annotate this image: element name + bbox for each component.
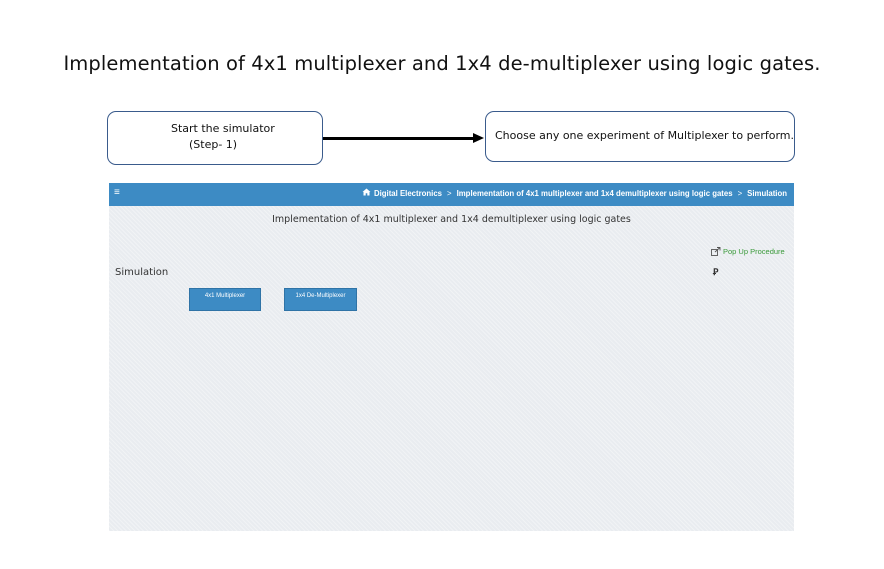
breadcrumb-item-digital-electronics[interactable]: Digital Electronics [374, 189, 442, 198]
simulation-section-label: Simulation [115, 267, 169, 278]
step1-callout: Start the simulator (Step- 1) [107, 111, 323, 165]
step1-callout-text: Start the simulator [171, 122, 275, 135]
callout-arrow-head-icon [473, 133, 484, 143]
simulator-frame: ≡ Digital Electronics > Implementation o… [109, 183, 794, 531]
breadcrumb-item-simulation[interactable]: Simulation [747, 189, 787, 198]
external-link-icon [711, 247, 721, 256]
breadcrumb-separator: > [447, 188, 452, 198]
home-icon [362, 188, 371, 198]
simulator-navbar: ≡ Digital Electronics > Implementation o… [109, 183, 794, 206]
step1-callout-step: (Step- 1) [189, 138, 238, 151]
breadcrumb-item-experiment[interactable]: Implementation of 4x1 multiplexer and 1x… [457, 189, 733, 198]
popup-procedure-label: Pop Up Procedure [723, 247, 785, 256]
step2-callout-text: Choose any one experiment of Multiplexer… [495, 129, 794, 142]
demux-1x4-button[interactable]: 1x4 De-Multiplexer [284, 288, 357, 311]
popup-procedure-link[interactable]: Pop Up Procedure [711, 247, 785, 256]
pin-icon[interactable]: Ꝑ [713, 267, 718, 278]
hamburger-icon[interactable]: ≡ [114, 187, 120, 198]
page-title: Implementation of 4x1 multiplexer and 1x… [63, 52, 821, 75]
breadcrumb: Digital Electronics > Implementation of … [362, 188, 787, 198]
step2-callout: Choose any one experiment of Multiplexer… [485, 111, 795, 162]
callout-arrow-line [323, 137, 474, 140]
breadcrumb-separator: > [737, 188, 743, 198]
mux-4x1-button[interactable]: 4x1 Multiplexer [189, 288, 261, 311]
simulator-title: Implementation of 4x1 multiplexer and 1x… [272, 214, 631, 225]
